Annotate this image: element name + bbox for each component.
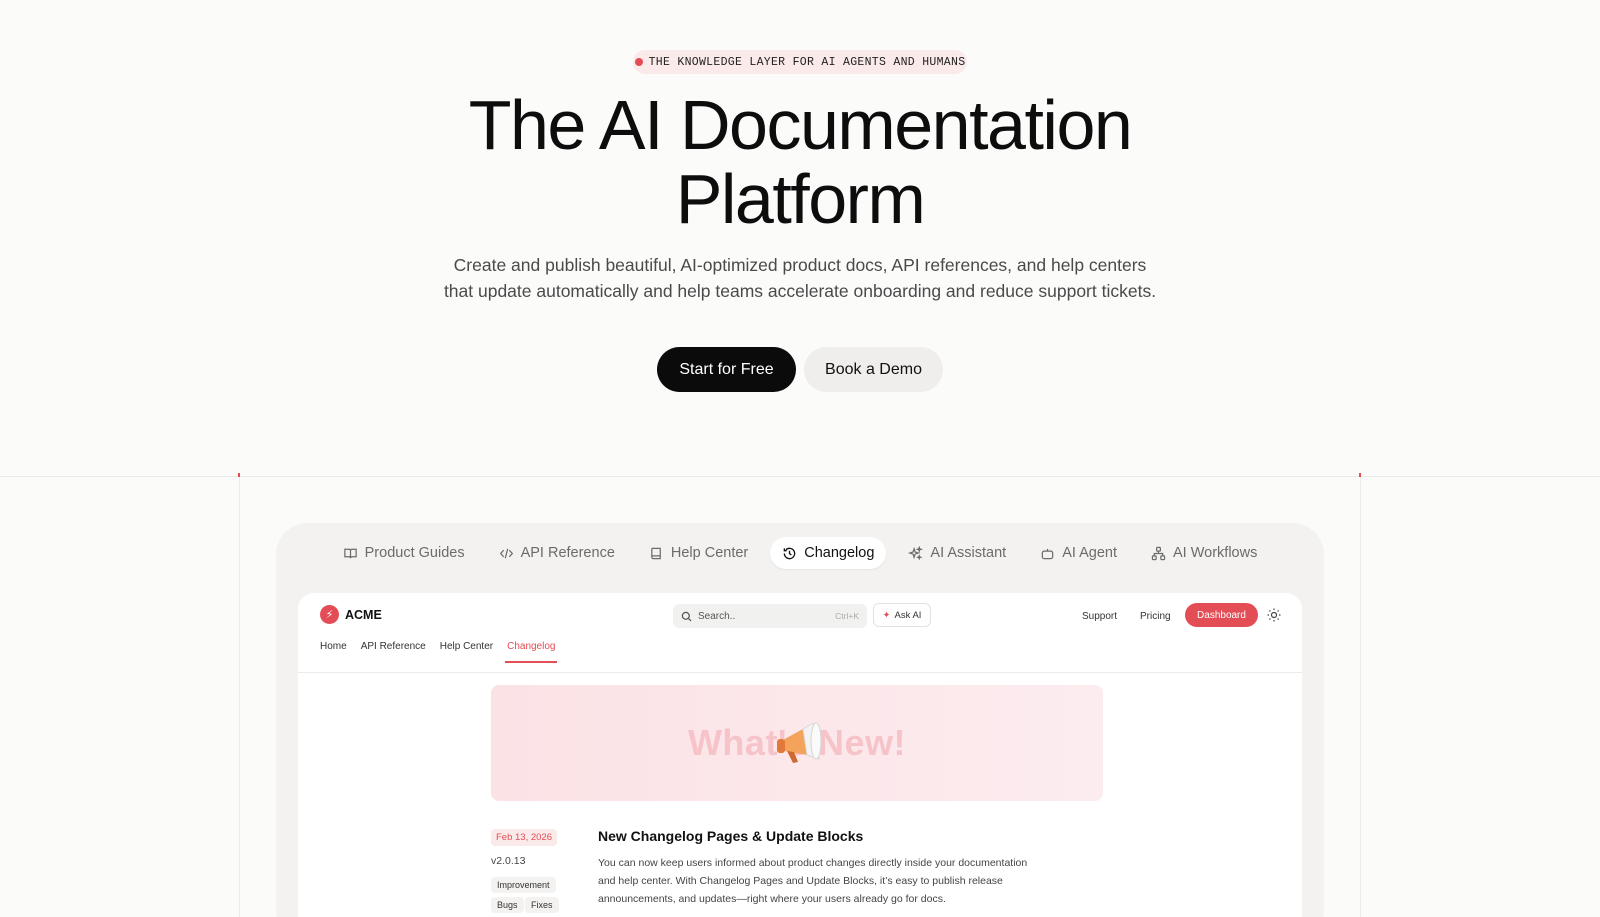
tab-label: AI Agent xyxy=(1062,545,1118,561)
ask-ai-button[interactable]: ✦ Ask AI xyxy=(873,603,931,627)
tab-help-center[interactable]: Help Center xyxy=(637,537,760,569)
code-icon xyxy=(499,548,513,558)
eyebrow-text: THE KNOWLEDGE LAYER FOR AI AGENTS AND HU… xyxy=(648,55,966,69)
book-icon xyxy=(651,547,661,559)
entry-title: New Changelog Pages & Update Blocks xyxy=(598,828,864,844)
sparkle-icon: ✦ xyxy=(882,609,891,621)
tag-bugs: Bugs xyxy=(491,897,524,913)
entry-version: v2.0.13 xyxy=(491,855,526,867)
brand-name: ACME xyxy=(345,607,382,622)
subtitle-line-1: Create and publish beautiful, AI-optimiz… xyxy=(453,255,1147,275)
book-open-icon xyxy=(343,548,357,558)
history-icon xyxy=(783,547,796,559)
tab-ai-workflows[interactable]: AI Workflows xyxy=(1139,537,1269,569)
subnav-help-center[interactable]: Help Center xyxy=(440,641,493,652)
workflow-icon xyxy=(1151,546,1166,560)
nav-support-link[interactable]: Support xyxy=(1082,604,1117,628)
page-title: The AI Documentation Platform xyxy=(0,88,1600,236)
bot-icon xyxy=(1041,548,1054,559)
hero-subtitle: Create and publish beautiful, AI-optimiz… xyxy=(400,252,1200,304)
status-dot-icon xyxy=(634,58,643,66)
docs-app-preview: ⚡ ACME Search.. Ctrl+K ✦ Ask AI Support … xyxy=(298,593,1302,917)
app-header: ⚡ ACME Search.. Ctrl+K ✦ Ask AI Support … xyxy=(298,593,1302,673)
start-for-free-button[interactable]: Start for Free xyxy=(657,347,796,392)
entry-body-line-2: and help center. With Changelog Pages an… xyxy=(598,875,1003,887)
tab-product-guides[interactable]: Product Guides xyxy=(331,537,477,569)
title-line-1: The AI Documentation xyxy=(468,86,1133,164)
eyebrow-badge: THE KNOWLEDGE LAYER FOR AI AGENTS AND HU… xyxy=(633,50,967,74)
ask-ai-label: Ask AI xyxy=(894,609,922,621)
title-line-2: Platform xyxy=(675,160,926,238)
frame-line-right xyxy=(1360,476,1361,917)
subnav-changelog[interactable]: Changelog xyxy=(505,641,558,663)
tab-ai-agent[interactable]: AI Agent xyxy=(1028,537,1129,569)
subnav-home[interactable]: Home xyxy=(320,641,347,652)
tag-improvement: Improvement xyxy=(491,877,556,893)
tab-label: AI Workflows xyxy=(1173,545,1258,561)
subtitle-line-2: that update automatically and help teams… xyxy=(443,281,1157,301)
tab-label: Changelog xyxy=(804,545,875,561)
megaphone-icon xyxy=(777,722,822,763)
tab-label: Product Guides xyxy=(364,545,465,561)
entry-body-line-1: You can now keep users informed about pr… xyxy=(598,857,1028,869)
tab-label: AI Assistant xyxy=(930,545,1007,561)
lightning-logo-icon: ⚡ xyxy=(320,605,339,624)
search-input[interactable]: Search.. Ctrl+K xyxy=(673,604,867,628)
search-icon xyxy=(681,611,692,621)
tab-ai-assistant[interactable]: AI Assistant xyxy=(896,537,1018,569)
entry-body: You can now keep users informed about pr… xyxy=(598,854,1088,908)
tab-changelog[interactable]: Changelog xyxy=(770,537,887,569)
tab-label: Help Center xyxy=(670,545,749,561)
frame-tick-right xyxy=(1359,473,1361,477)
search-shortcut: Ctrl+K xyxy=(835,611,859,621)
frame-tick-left xyxy=(238,473,240,477)
brand-logo[interactable]: ⚡ ACME xyxy=(320,605,382,624)
frame-line-left xyxy=(239,476,240,917)
entry-body-line-3: announcements, and updates—right where y… xyxy=(598,893,946,905)
subnav-api-reference[interactable]: API Reference xyxy=(361,641,426,652)
docs-subnav: Home API Reference Help Center Changelog xyxy=(320,641,558,663)
hero-section: THE KNOWLEDGE LAYER FOR AI AGENTS AND HU… xyxy=(0,0,1600,476)
dashboard-button[interactable]: Dashboard xyxy=(1185,603,1258,627)
search-placeholder: Search.. xyxy=(698,610,736,622)
nav-pricing-link[interactable]: Pricing xyxy=(1140,604,1171,628)
entry-date-badge: Feb 13, 2026 xyxy=(491,829,557,846)
whats-new-banner: What's New! xyxy=(491,685,1103,801)
tab-label: API Reference xyxy=(520,545,615,561)
feature-tabs: Product Guides API Reference Help Center… xyxy=(276,537,1324,569)
product-showcase: Product Guides API Reference Help Center… xyxy=(276,523,1324,917)
sparkles-icon xyxy=(908,545,924,560)
book-a-demo-button[interactable]: Book a Demo xyxy=(804,347,943,392)
theme-toggle-sun-icon[interactable] xyxy=(1266,607,1282,623)
tag-fixes: Fixes xyxy=(525,897,559,913)
tab-api-reference[interactable]: API Reference xyxy=(487,537,627,569)
